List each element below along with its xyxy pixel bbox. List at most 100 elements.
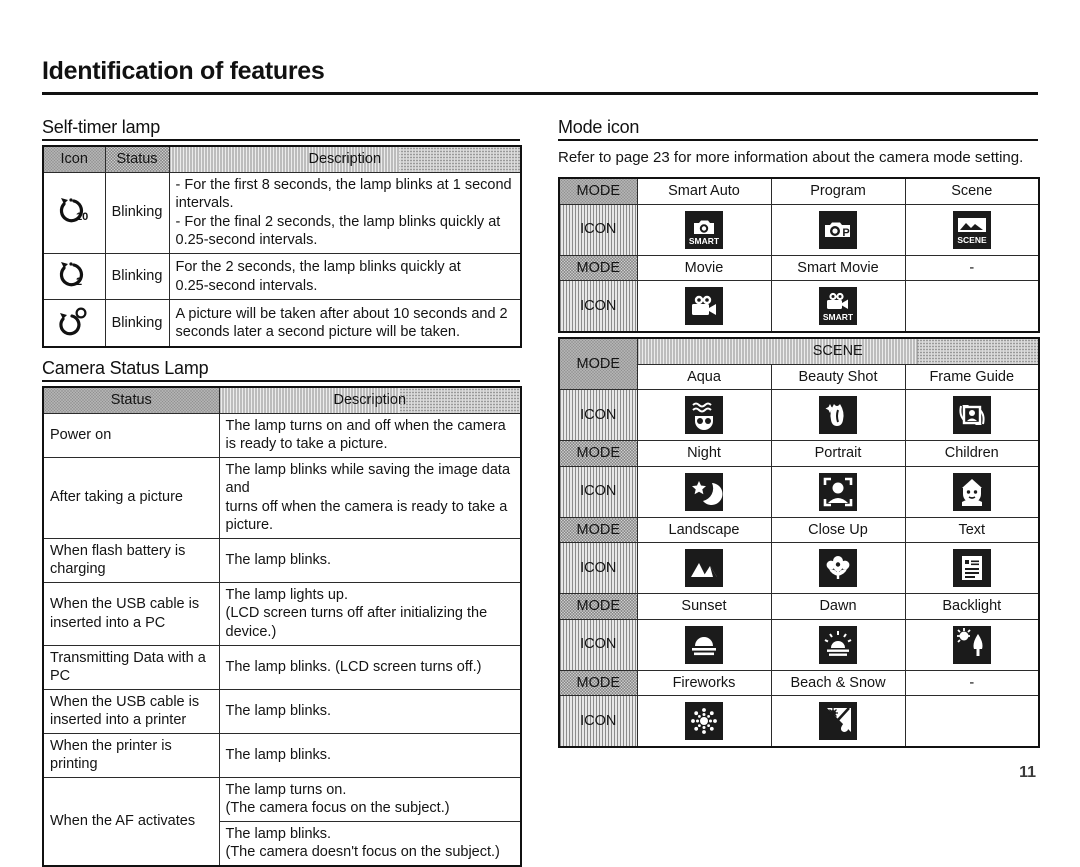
status-label: Transmitting Data with a PC <box>42 644 220 690</box>
frame-guide-icon <box>952 396 991 435</box>
status-description-secondary: The lamp blinks. (The camera doesn't foc… <box>218 820 522 867</box>
table-row: After taking a picture The lamp blinks w… <box>42 456 522 539</box>
self-timer-lamp-table: Icon Status Description 10 Blinking - Fo… <box>42 145 522 348</box>
self-timer-2sec-cell: 2 <box>42 252 106 301</box>
column-header-status: Status <box>42 386 220 414</box>
night-icon <box>685 472 723 511</box>
mode-name: Close Up <box>770 516 906 544</box>
row-label-icon: ICON <box>558 280 638 333</box>
row-label-mode: MODE <box>558 669 638 697</box>
row-label-icon: ICON <box>558 695 638 748</box>
table-row: 2 Blinking For the 2 seconds, the lamp b… <box>42 252 522 301</box>
table-row: ICON <box>558 389 1040 442</box>
mode-name: Landscape <box>636 516 772 544</box>
mode-icon-table-scene: MODE SCENE Aqua Beauty Shot Frame Guide … <box>558 337 1040 749</box>
mode-name: Frame Guide <box>904 363 1040 391</box>
status-description: The lamp turns on. (The camera focus on … <box>218 776 522 822</box>
table-row: When the USB cable is inserted into a pr… <box>42 688 522 734</box>
table-row: MODE Night Portrait Children <box>558 440 1040 467</box>
mode-icon-cell <box>636 618 772 671</box>
mode-name: Aqua <box>636 363 772 391</box>
mode-name: Scene <box>904 177 1040 205</box>
mode-name: Smart Auto <box>636 177 772 205</box>
section-divider-self-timer <box>42 139 520 141</box>
table-header-row: Icon Status Description <box>42 145 522 173</box>
row-label-mode: MODE <box>558 593 638 620</box>
table-row: Power on The lamp turns on and off when … <box>42 412 522 458</box>
self-timer-status: Blinking <box>104 252 170 301</box>
status-label: When the AF activates <box>42 776 220 867</box>
beach-snow-icon <box>819 702 857 741</box>
close-up-icon <box>819 549 857 588</box>
table-header-row: Status Description <box>42 386 522 414</box>
landscape-icon <box>685 549 723 588</box>
text-icon <box>952 549 991 588</box>
section-divider-mode-icon <box>558 139 1038 141</box>
dawn-icon <box>819 625 857 664</box>
scene-icon: SCENE <box>952 210 991 249</box>
self-timer-description: For the 2 seconds, the lamp blinks quick… <box>168 252 522 301</box>
title-divider <box>42 92 1038 95</box>
mode-icon-cell <box>770 695 906 748</box>
camera-status-lamp-table: Status Description Power on The lamp tur… <box>42 386 522 867</box>
mode-icon-note: Refer to page 23 for more information ab… <box>558 149 1024 166</box>
mode-icon-cell: SMART <box>636 203 772 256</box>
mode-icon-cell: SMART <box>770 280 906 333</box>
self-timer-status: Blinking <box>104 171 170 254</box>
self-timer-double-icon <box>54 303 94 337</box>
mode-name: Night <box>636 440 772 467</box>
self-timer-10sec-cell: 10 <box>42 171 106 254</box>
row-label-mode: MODE <box>558 337 638 391</box>
mode-icon-table-main: MODE Smart Auto Program Scene ICON SMART <box>558 177 1040 334</box>
mode-name-empty: - <box>904 254 1040 282</box>
mode-name: Sunset <box>636 593 772 620</box>
table-row: When the AF activates The lamp turns on.… <box>42 776 522 867</box>
self-timer-description: A picture will be taken after about 10 s… <box>168 299 522 348</box>
row-label-icon: ICON <box>558 618 638 671</box>
mode-icon-cell: P <box>770 203 906 256</box>
self-timer-double-cell <box>42 299 106 348</box>
column-header-status: Status <box>104 145 170 173</box>
table-row: ICON <box>558 542 1040 595</box>
mode-icon-cell <box>904 542 1040 595</box>
self-timer-status: Blinking <box>104 299 170 348</box>
mode-icon-cell <box>904 389 1040 442</box>
mode-icon-cell <box>770 618 906 671</box>
mode-name: Portrait <box>770 440 906 467</box>
mode-name: Smart Movie <box>770 254 906 282</box>
status-description: The lamp blinks. (LCD screen turns off.) <box>218 644 522 690</box>
row-label-icon: ICON <box>558 389 638 442</box>
mode-icon-cell <box>904 618 1040 671</box>
svg-text:SCENE: SCENE <box>957 235 987 245</box>
mode-name: Backlight <box>904 593 1040 620</box>
scene-banner: SCENE <box>636 337 1040 365</box>
mode-icon-cell <box>636 695 772 748</box>
table-row: ICON <box>558 465 1040 518</box>
mode-icon-cell <box>636 389 772 442</box>
mode-icon-cell <box>770 389 906 442</box>
table-row: When the USB cable is inserted into a PC… <box>42 581 522 646</box>
table-row: ICON <box>558 280 1040 333</box>
table-row: 10 Blinking - For the first 8 seconds, t… <box>42 171 522 254</box>
row-label-mode: MODE <box>558 177 638 205</box>
row-label-icon: ICON <box>558 542 638 595</box>
svg-text:10: 10 <box>76 211 88 223</box>
row-label-icon: ICON <box>558 465 638 518</box>
mode-name: Children <box>904 440 1040 467</box>
self-timer-2sec-icon: 2 <box>54 257 94 291</box>
section-divider-camera-status <box>42 380 520 382</box>
row-label-mode: MODE <box>558 254 638 282</box>
smart-auto-icon: SMART <box>685 210 723 249</box>
table-row: ICON SMART P SCENE <box>558 203 1040 256</box>
page-title: Identification of features <box>42 57 325 85</box>
svg-text:SMART: SMART <box>689 236 720 246</box>
column-header-description: Description <box>168 145 522 173</box>
status-label: When the USB cable is inserted into a pr… <box>42 688 220 734</box>
mode-icon-cell: SCENE <box>904 203 1040 256</box>
svg-text:P: P <box>842 227 849 239</box>
mode-icon-cell-empty <box>904 695 1040 748</box>
mode-name: Program <box>770 177 906 205</box>
table-row: MODE Landscape Close Up Text <box>558 516 1040 544</box>
table-row: When the printer is printing The lamp bl… <box>42 732 522 778</box>
self-timer-description: - For the first 8 seconds, the lamp blin… <box>168 171 522 254</box>
